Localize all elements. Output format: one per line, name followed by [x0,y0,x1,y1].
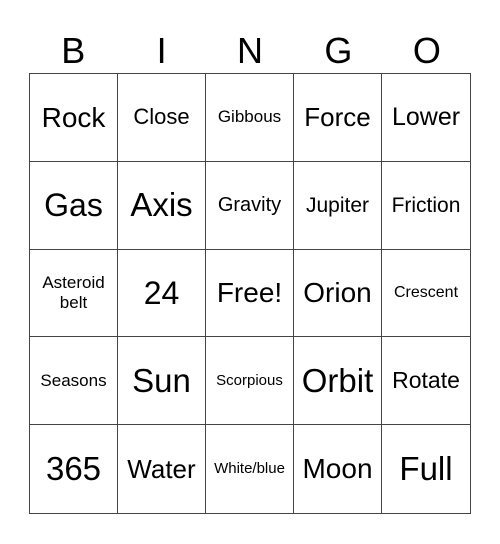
bingo-cell[interactable]: Free! [206,249,294,338]
bingo-header: B I N G O [29,28,471,73]
header-letter-o: O [412,30,441,71]
bingo-cell[interactable]: Orion [294,249,382,338]
header-letter-i: I [156,30,167,71]
bingo-cell[interactable]: Sun [118,337,206,426]
bingo-cell[interactable]: Full [382,425,470,513]
bingo-cell[interactable]: Friction [382,162,470,250]
bingo-cell[interactable]: Moon [294,425,382,513]
bingo-cell[interactable]: Gibbous [206,74,294,162]
bingo-grid: Rock Close Gibbous Force Lower Gas Axis … [29,73,471,514]
bingo-cell[interactable]: Force [294,74,382,162]
bingo-cell[interactable]: Rotate [382,337,470,426]
header-letter-n: N [237,30,264,71]
bingo-cell[interactable]: Axis [118,161,206,250]
bingo-cell[interactable]: Orbit [294,337,382,426]
bingo-cell[interactable]: Close [118,74,206,162]
bingo-cell[interactable]: Water [118,425,206,513]
header-letter-b: B [61,30,86,71]
bingo-cell[interactable]: Jupiter [294,161,382,250]
bingo-cell[interactable]: 365 [30,425,118,513]
bingo-cell[interactable]: 24 [118,249,206,338]
bingo-cell[interactable]: Scorpious [206,337,294,426]
bingo-cell[interactable]: Asteroid belt [30,249,118,338]
bingo-cell[interactable]: Lower [382,74,470,162]
bingo-cell[interactable]: Seasons [30,337,118,426]
header-letter-g: G [324,30,353,71]
bingo-cell[interactable]: White/blue [206,425,294,513]
bingo-cell[interactable]: Gas [30,161,118,250]
bingo-cell[interactable]: Crescent [382,250,470,338]
bingo-cell[interactable]: Gravity [206,161,294,250]
bingo-cell[interactable]: Rock [30,74,118,162]
